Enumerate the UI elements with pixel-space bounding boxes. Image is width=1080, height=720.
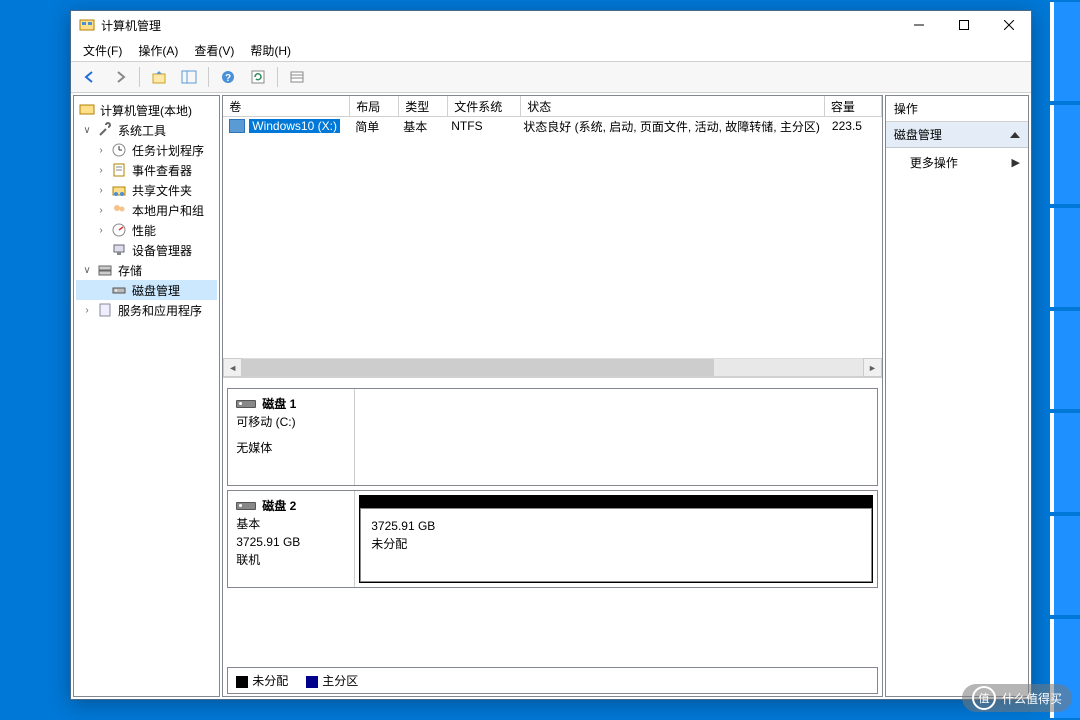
navigation-tree-panel: 计算机管理(本地) ∨ 系统工具 › 任务计划程序 <box>73 95 220 697</box>
actions-panel: 操作 磁盘管理 更多操作 ▶ <box>885 95 1029 697</box>
tree-event-viewer[interactable]: › 事件查看器 <box>76 160 217 180</box>
scroll-thumb[interactable] <box>242 359 714 376</box>
menubar: 文件(F) 操作(A) 查看(V) 帮助(H) <box>71 39 1031 62</box>
volume-name: Windows10 (X:) <box>249 119 340 133</box>
legend-unallocated-swatch <box>236 676 248 688</box>
event-icon <box>111 162 127 178</box>
tree-storage[interactable]: ∨ 存储 <box>76 260 217 280</box>
col-capacity[interactable]: 容量 <box>825 96 882 116</box>
disk-icon <box>236 502 256 510</box>
disk-icon <box>236 400 256 408</box>
scroll-right-button[interactable]: ► <box>863 358 882 377</box>
col-fs[interactable]: 文件系统 <box>448 96 521 116</box>
menu-view[interactable]: 查看(V) <box>186 40 242 61</box>
expander-icon[interactable]: › <box>80 303 94 317</box>
disk-management-panel: 卷 布局 类型 文件系统 状态 容量 Windows10 (X:) <box>222 95 883 697</box>
tree-performance[interactable]: › 性能 <box>76 220 217 240</box>
performance-icon <box>111 222 127 238</box>
expander-icon[interactable]: › <box>94 223 108 237</box>
clock-icon <box>111 142 127 158</box>
tools-icon <box>97 122 113 138</box>
expander-icon[interactable]: › <box>94 203 108 217</box>
menu-help[interactable]: 帮助(H) <box>242 40 299 61</box>
list-view-button[interactable] <box>284 64 310 90</box>
tree-disk-management[interactable]: 磁盘管理 <box>76 280 217 300</box>
disk-2-block[interactable]: 磁盘 2 基本 3725.91 GB 联机 3725.91 GB 未分配 <box>227 490 878 588</box>
scroll-track[interactable] <box>242 359 863 376</box>
show-hide-tree-button[interactable] <box>176 64 202 90</box>
volume-list[interactable]: Windows10 (X:) 简单 基本 NTFS 状态良好 (系统, 启动, … <box>223 117 882 358</box>
legend: 未分配 主分区 <box>227 667 878 694</box>
actions-header: 操作 <box>886 96 1028 122</box>
up-button[interactable] <box>146 64 172 90</box>
submenu-icon: ▶ <box>1012 156 1020 169</box>
col-status[interactable]: 状态 <box>521 96 825 116</box>
actions-section-disk-management[interactable]: 磁盘管理 <box>886 122 1028 148</box>
back-button[interactable] <box>77 64 103 90</box>
disk-1-block[interactable]: 磁盘 1 可移动 (C:) 无媒体 <box>227 388 878 486</box>
maximize-button[interactable] <box>941 11 986 39</box>
disk-2-graphic[interactable]: 3725.91 GB 未分配 <box>355 491 877 587</box>
device-icon <box>111 242 127 258</box>
horizontal-scrollbar[interactable]: ◄ ► <box>223 358 882 376</box>
storage-icon <box>97 262 113 278</box>
disk-management-icon <box>111 282 127 298</box>
computer-icon <box>79 102 95 118</box>
volume-list-header[interactable]: 卷 布局 类型 文件系统 状态 容量 <box>223 96 882 117</box>
tree-local-users[interactable]: › 本地用户和组 <box>76 200 217 220</box>
col-type[interactable]: 类型 <box>399 96 448 116</box>
scroll-left-button[interactable]: ◄ <box>223 358 242 377</box>
titlebar[interactable]: 计算机管理 <box>71 11 1031 39</box>
legend-primary-swatch <box>306 676 318 688</box>
tree-system-tools[interactable]: ∨ 系统工具 <box>76 120 217 140</box>
disk-1-graphic[interactable] <box>355 389 877 485</box>
expander-icon[interactable]: ∨ <box>80 263 94 277</box>
services-icon <box>97 302 113 318</box>
expander-icon[interactable]: › <box>94 143 108 157</box>
close-button[interactable] <box>986 11 1031 39</box>
watermark: 值 什么值得买 <box>962 684 1072 712</box>
actions-more[interactable]: 更多操作 ▶ <box>886 148 1028 177</box>
unallocated-partition[interactable]: 3725.91 GB 未分配 <box>359 495 873 583</box>
tree-root[interactable]: 计算机管理(本地) <box>76 100 217 120</box>
expander-icon[interactable]: › <box>94 163 108 177</box>
shared-folder-icon <box>111 182 127 198</box>
col-volume[interactable]: 卷 <box>223 96 350 116</box>
tree-shared-folders[interactable]: › 共享文件夹 <box>76 180 217 200</box>
refresh-button[interactable] <box>245 64 271 90</box>
tree-task-scheduler[interactable]: › 任务计划程序 <box>76 140 217 160</box>
col-layout[interactable]: 布局 <box>350 96 399 116</box>
navigation-tree[interactable]: 计算机管理(本地) ∨ 系统工具 › 任务计划程序 <box>74 96 219 696</box>
disk-graphical-view[interactable]: 磁盘 1 可移动 (C:) 无媒体 磁盘 2 基本 3725.91 GB 联机 <box>223 378 882 696</box>
computer-management-window: 计算机管理 文件(F) 操作(A) 查看(V) 帮助(H) ? <box>70 10 1032 700</box>
svg-text:?: ? <box>225 73 231 84</box>
menu-action[interactable]: 操作(A) <box>130 40 186 61</box>
watermark-icon: 值 <box>972 686 996 710</box>
tree-services-apps[interactable]: › 服务和应用程序 <box>76 300 217 320</box>
toolbar: ? <box>71 62 1031 93</box>
menu-file[interactable]: 文件(F) <box>75 40 130 61</box>
expander-icon[interactable]: › <box>94 183 108 197</box>
window-title: 计算机管理 <box>101 17 896 34</box>
volume-row[interactable]: Windows10 (X:) 简单 基本 NTFS 状态良好 (系统, 启动, … <box>223 117 882 135</box>
minimize-button[interactable] <box>896 11 941 39</box>
users-icon <box>111 202 127 218</box>
expander-icon[interactable]: ∨ <box>80 123 94 137</box>
volume-icon <box>229 119 245 133</box>
tree-device-manager[interactable]: 设备管理器 <box>76 240 217 260</box>
help-button[interactable]: ? <box>215 64 241 90</box>
collapse-icon[interactable] <box>1010 132 1020 138</box>
forward-button[interactable] <box>107 64 133 90</box>
app-icon <box>79 17 95 33</box>
